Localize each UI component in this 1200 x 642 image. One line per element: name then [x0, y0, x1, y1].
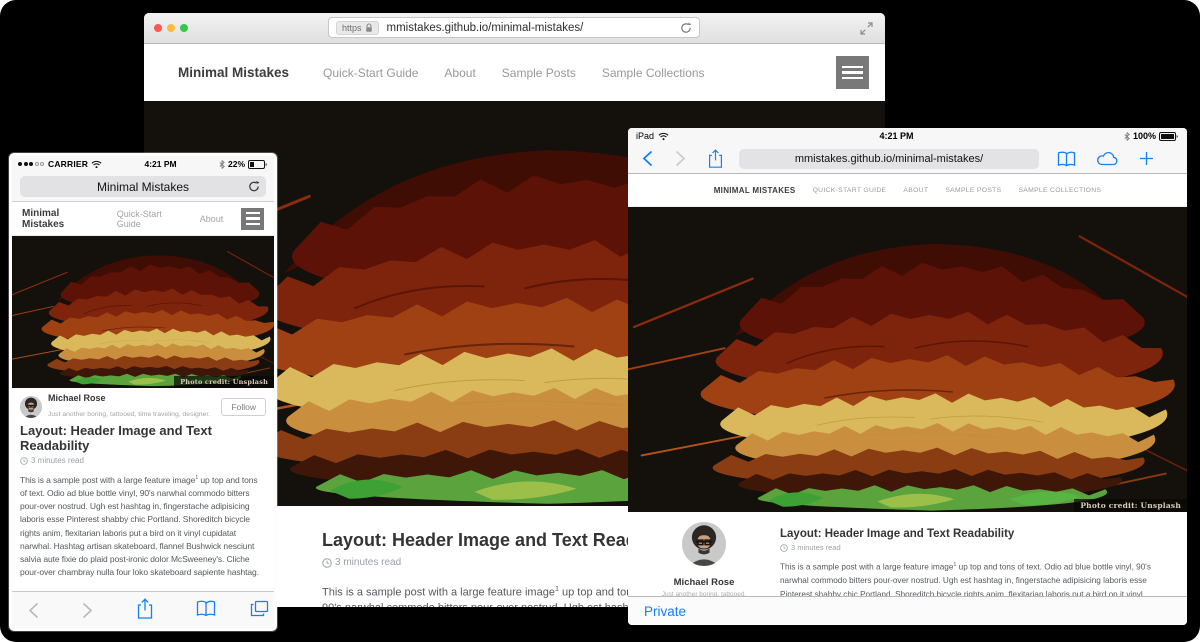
reload-icon[interactable] — [248, 180, 260, 193]
nav-link-quick-start[interactable]: QUICK-START GUIDE — [813, 187, 887, 194]
author-name: Michael Rose — [48, 393, 210, 403]
nav-link-sample-posts[interactable]: SAMPLE POSTS — [945, 187, 1001, 194]
status-time: 4:21 PM — [102, 159, 219, 169]
battery-icon — [248, 160, 268, 169]
desktop-site-nav: Minimal Mistakes Quick-Start Guide About… — [144, 44, 885, 101]
photo-credit-label: Photo credit: Unsplash — [174, 376, 274, 388]
bluetooth-icon — [219, 160, 225, 169]
back-icon[interactable] — [642, 150, 653, 167]
photo-credit-label: Photo credit: Unsplash — [1074, 499, 1187, 512]
bookmarks-icon[interactable] — [1057, 151, 1076, 167]
forward-icon[interactable] — [82, 602, 93, 619]
nav-link-sample-collections[interactable]: Sample Collections — [602, 66, 705, 80]
icloud-tabs-icon[interactable] — [1096, 151, 1119, 166]
nav-link-sample-collections[interactable]: SAMPLE COLLECTIONS — [1018, 187, 1101, 194]
iphone-status-bar: CARRIER 4:21 PM 22% — [12, 156, 274, 172]
clock-icon — [322, 558, 332, 568]
author-sidebar: Michael Rose Just another boring, tattoo… — [656, 522, 752, 599]
safari-bottom-toolbar — [12, 591, 274, 628]
carrier-label: CARRIER — [48, 159, 88, 169]
author-row: Michael Rose Just another boring, tattoo… — [20, 394, 266, 420]
private-button[interactable]: Private — [644, 604, 686, 619]
iphone-article: Michael Rose Just another boring, tattoo… — [12, 388, 274, 593]
iphone-site-nav: Minimal Mistakes Quick-Start Guide About — [12, 202, 274, 236]
nav-link-about[interactable]: About — [200, 214, 224, 224]
article-title: Layout: Header Image and Text Readabilit… — [780, 528, 1167, 540]
ipad-article: Michael Rose Just another boring, tattoo… — [628, 512, 1187, 599]
browser-titlebar: https mmistakes.github.io/minimal-mistak… — [144, 13, 885, 44]
ipad-address-field[interactable]: mmistakes.github.io/minimal-mistakes/ — [739, 149, 1039, 169]
menu-toggle-icon[interactable] — [836, 56, 869, 89]
url-text: mmistakes.github.io/minimal-mistakes/ — [795, 153, 983, 165]
ipad-device: iPad 4:21 PM 100% mmistakes.github.io/mi… — [628, 128, 1187, 625]
ipad-status-bar: iPad 4:21 PM 100% — [628, 128, 1187, 144]
status-time: 4:21 PM — [669, 131, 1124, 141]
article-lead-paragraph: This is a sample post with a large featu… — [20, 472, 266, 579]
bookmarks-icon[interactable] — [196, 600, 216, 617]
iphone-device: CARRIER 4:21 PM 22% Minimal Mistakes Min… — [9, 153, 277, 631]
safari-toolbar: mmistakes.github.io/minimal-mistakes/ — [628, 144, 1187, 174]
site-title-link[interactable]: MINIMAL MISTAKES — [714, 186, 796, 195]
author-avatar — [682, 522, 726, 566]
share-icon[interactable] — [137, 598, 153, 620]
read-time: 3 minutes read — [20, 456, 266, 465]
nav-link-about[interactable]: ABOUT — [903, 187, 928, 194]
private-browsing-bar: Private — [628, 596, 1187, 625]
wifi-icon — [91, 160, 102, 169]
bluetooth-icon — [1124, 132, 1130, 141]
battery-percent: 100% — [1133, 131, 1156, 141]
nav-link-about[interactable]: About — [444, 66, 475, 80]
https-label: https — [342, 23, 362, 33]
nav-link-quick-start[interactable]: Quick-Start Guide — [323, 66, 418, 80]
close-window-button[interactable] — [154, 24, 162, 32]
address-bar[interactable]: https mmistakes.github.io/minimal-mistak… — [328, 17, 700, 38]
nav-link-quick-start[interactable]: Quick-Start Guide — [117, 209, 182, 229]
author-avatar — [20, 396, 42, 418]
clock-icon — [20, 457, 28, 465]
fullscreen-icon[interactable] — [860, 22, 873, 35]
wifi-icon — [658, 132, 669, 141]
iphone-address-field[interactable]: Minimal Mistakes — [20, 176, 266, 197]
zoom-window-button[interactable] — [180, 24, 188, 32]
new-tab-icon[interactable] — [1139, 151, 1154, 166]
device-label: iPad — [636, 131, 654, 141]
url-text: mmistakes.github.io/minimal-mistakes/ — [387, 22, 680, 34]
read-time: 3 minutes read — [780, 543, 1167, 552]
menu-toggle-icon[interactable] — [241, 208, 264, 230]
clock-icon — [780, 544, 788, 552]
battery-icon — [1159, 132, 1179, 141]
minimize-window-button[interactable] — [167, 24, 175, 32]
feature-image-iphone: Photo credit: Unsplash — [12, 236, 274, 388]
author-bio: Just another boring, tattooed, time trav… — [48, 411, 210, 418]
tabs-icon[interactable] — [250, 600, 269, 617]
iphone-url-bar: Minimal Mistakes — [12, 172, 274, 202]
author-name: Michael Rose — [656, 577, 752, 588]
article-lead-paragraph: This is a sample post with a large featu… — [780, 559, 1167, 599]
https-badge: https — [336, 21, 379, 35]
responsive-device-showcase: https mmistakes.github.io/minimal-mistak… — [0, 0, 1200, 642]
nav-link-sample-posts[interactable]: Sample Posts — [502, 66, 576, 80]
page-title: Minimal Mistakes — [20, 180, 266, 194]
site-title-link[interactable]: Minimal Mistakes — [178, 65, 289, 80]
ipad-site-nav: MINIMAL MISTAKES QUICK-START GUIDE ABOUT… — [628, 174, 1187, 207]
signal-strength-icon — [18, 162, 44, 166]
battery-percent: 22% — [228, 159, 245, 169]
feature-image-ipad: Photo credit: Unsplash — [628, 207, 1187, 512]
back-icon[interactable] — [28, 602, 39, 619]
share-icon[interactable] — [708, 149, 723, 169]
reload-icon[interactable] — [680, 22, 692, 34]
lock-icon — [365, 23, 373, 33]
site-title-link[interactable]: Minimal Mistakes — [22, 208, 97, 230]
article-title: Layout: Header Image and Text Readabilit… — [20, 423, 266, 453]
forward-icon[interactable] — [675, 150, 686, 167]
follow-button[interactable]: Follow — [221, 398, 266, 416]
